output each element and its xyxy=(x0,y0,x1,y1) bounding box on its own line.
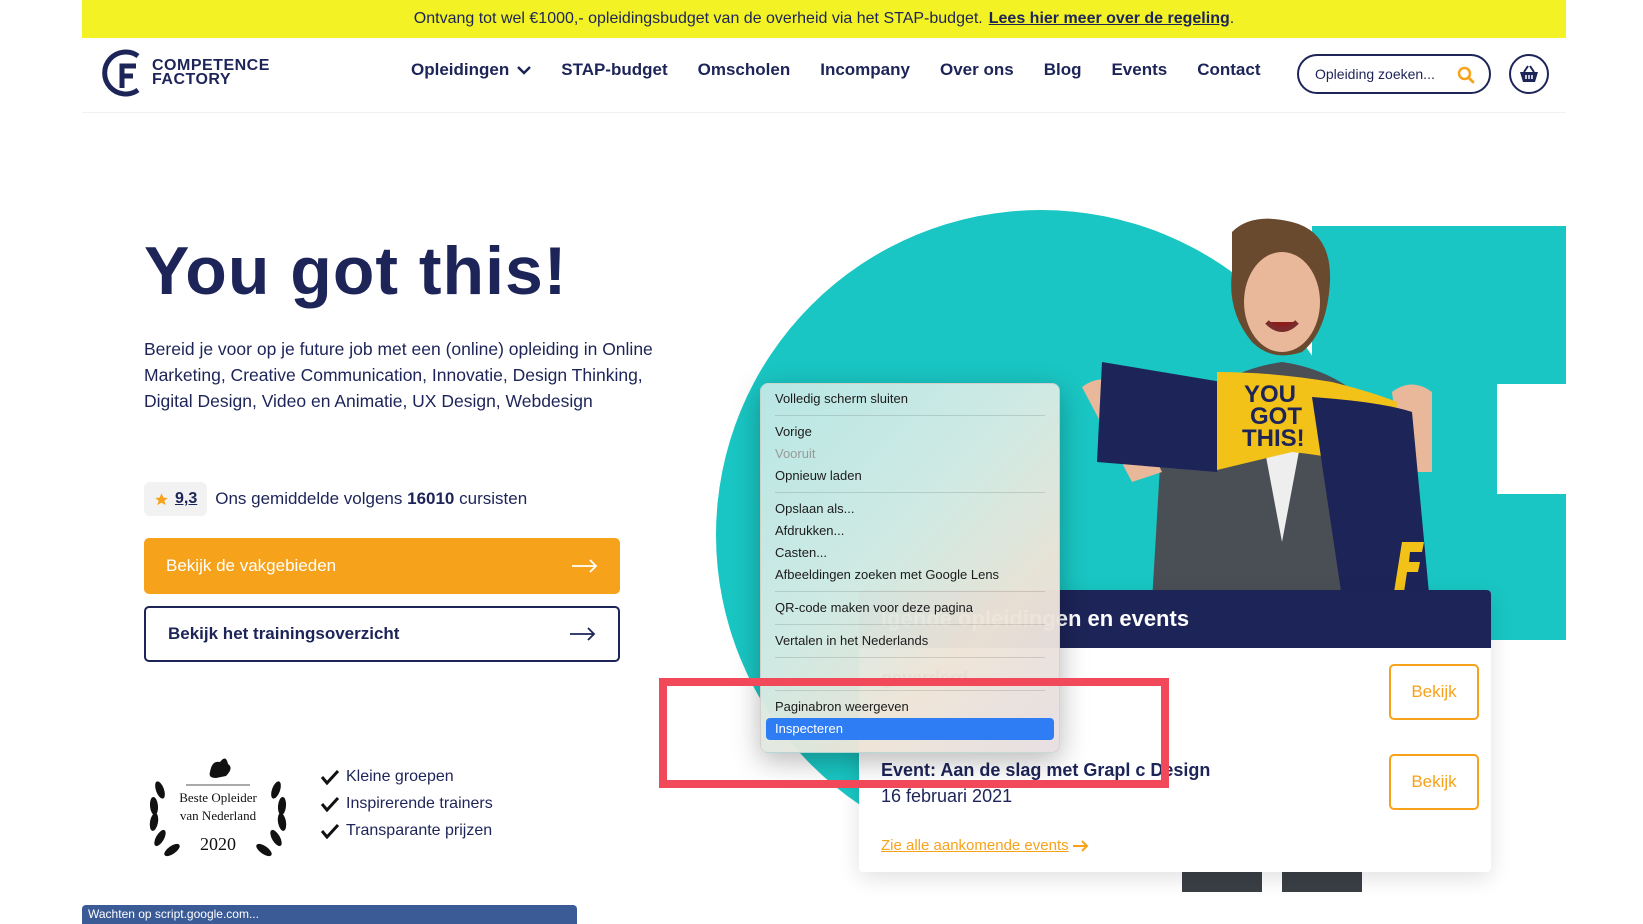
announcement-text: Ontvang tot wel €1000,- opleidingsbudget… xyxy=(413,10,983,27)
chevron-down-icon xyxy=(517,65,532,75)
rating-text: Ons gemiddelde volgens 16010 cursisten xyxy=(215,489,527,509)
menu-separator xyxy=(775,492,1045,493)
event-date: 16 februari 2021 xyxy=(881,786,1013,806)
menu-blank-item xyxy=(766,663,1054,685)
menu-translate[interactable]: Vertalen in het Nederlands xyxy=(766,630,1054,652)
menu-separator xyxy=(775,624,1045,625)
menu-print[interactable]: Afdrukken... xyxy=(766,520,1054,542)
announcement-suffix: . xyxy=(1229,10,1235,27)
hero-logo-cutout xyxy=(1497,384,1566,494)
award-year: 2020 xyxy=(200,834,236,854)
search-icon[interactable] xyxy=(1457,66,1475,84)
star-icon xyxy=(155,492,168,505)
menu-close-fullscreen[interactable]: Volledig scherm sluiten xyxy=(766,388,1054,410)
menu-inspect[interactable]: Inspecteren xyxy=(766,718,1054,740)
announcement-bar: Ontvang tot wel €1000,- opleidingsbudget… xyxy=(82,0,1566,38)
bekijk-button[interactable]: Bekijk xyxy=(1389,754,1479,810)
arrow-right-icon xyxy=(1072,839,1089,852)
rating: 9,3 Ons gemiddelde volgens 16010 cursist… xyxy=(144,482,527,516)
nav-opleidingen[interactable]: Opleidingen xyxy=(411,60,532,80)
vakgebieden-label: Bekijk de vakgebieden xyxy=(166,556,337,575)
nav-incompany[interactable]: Incompany xyxy=(820,60,910,80)
bekijk-button[interactable]: Bekijk xyxy=(1389,664,1479,720)
checkmark-icon xyxy=(320,823,340,839)
logo-text: COMPETENCE FACTORY xyxy=(152,58,270,88)
menu-save-as[interactable]: Opslaan als... xyxy=(766,498,1054,520)
usp-item: Inspirerende trainers xyxy=(320,795,493,813)
rating-count: 16010 xyxy=(407,489,455,508)
cart-button[interactable] xyxy=(1509,54,1549,94)
usp-item: Transparante prijzen xyxy=(320,822,493,840)
menu-google-lens[interactable]: Afbeeldingen zoeken met Google Lens xyxy=(766,564,1054,586)
context-menu: Volledig scherm sluiten Vorige Vooruit O… xyxy=(760,383,1060,753)
search-input[interactable] xyxy=(1313,65,1457,83)
all-events-link[interactable]: Zie alle aankomende events xyxy=(881,837,1089,854)
nav-events[interactable]: Events xyxy=(1111,60,1167,80)
usp-label: Transparante prijzen xyxy=(346,822,493,839)
hero-title: You got this! xyxy=(144,233,568,309)
usp-list: Kleine groepen Inspirerende trainers Tra… xyxy=(320,768,493,849)
menu-cast[interactable]: Casten... xyxy=(766,542,1054,564)
rooster-icon xyxy=(209,758,231,778)
main-nav: Opleidingen STAP-budget Omscholen Incomp… xyxy=(411,60,1291,80)
menu-separator xyxy=(775,690,1045,691)
logo-icon xyxy=(102,49,140,97)
browser-status-bar: Wachten op script.google.com... xyxy=(82,905,577,924)
menu-reload[interactable]: Opnieuw laden xyxy=(766,465,1054,487)
nav-blog[interactable]: Blog xyxy=(1044,60,1082,80)
logo-line2: FACTORY xyxy=(152,71,232,88)
basket-icon xyxy=(1520,65,1538,82)
award-line2: van Nederland xyxy=(180,808,257,823)
menu-view-source[interactable]: Paginabron weergeven xyxy=(766,696,1054,718)
rating-pre: Ons gemiddelde volgens xyxy=(215,489,403,508)
trainingsoverzicht-button[interactable]: Bekijk het trainingsoverzicht xyxy=(144,606,620,662)
nav-omscholen[interactable]: Omscholen xyxy=(698,60,791,80)
rating-post: cursisten xyxy=(459,489,528,508)
announcement-link[interactable]: Lees hier meer over de regeling xyxy=(989,10,1230,28)
arrow-right-icon xyxy=(570,627,596,641)
menu-separator xyxy=(775,591,1045,592)
nav-label: Opleidingen xyxy=(411,60,510,79)
usp-label: Kleine groepen xyxy=(346,768,454,785)
trainingsoverzicht-label: Bekijk het trainingsoverzicht xyxy=(168,624,400,643)
logo[interactable]: COMPETENCE FACTORY xyxy=(102,48,270,98)
event-title[interactable]: Event: Aan de slag met Grapl c Design xyxy=(881,760,1210,781)
usp-label: Inspirerende trainers xyxy=(346,795,493,812)
menu-forward: Vooruit xyxy=(775,446,816,461)
arrow-right-icon xyxy=(572,559,598,573)
vakgebieden-button[interactable]: Bekijk de vakgebieden xyxy=(144,538,620,594)
scarf-line3: THIS! xyxy=(1242,425,1305,452)
award-laurel-badge: Beste Opleider van Nederland 2020 xyxy=(149,758,287,857)
checkmark-icon xyxy=(320,796,340,812)
rating-badge[interactable]: 9,3 xyxy=(144,482,208,516)
nav-over-ons[interactable]: Over ons xyxy=(940,60,1014,80)
menu-qr-code[interactable]: QR-code maken voor deze pagina xyxy=(766,597,1054,619)
hero-description: Bereid je voor op je future job met een … xyxy=(144,339,653,411)
site-header: COMPETENCE FACTORY Opleidingen STAP-budg… xyxy=(82,38,1566,113)
search-box xyxy=(1297,54,1491,94)
checkmark-icon xyxy=(320,769,340,785)
all-events-label: Zie alle aankomende events xyxy=(881,837,1069,854)
menu-separator xyxy=(775,657,1045,658)
usp-item: Kleine groepen xyxy=(320,768,493,786)
award-line1: Beste Opleider xyxy=(179,790,257,805)
menu-separator xyxy=(775,415,1045,416)
menu-back[interactable]: Vorige xyxy=(766,421,1054,443)
nav-contact[interactable]: Contact xyxy=(1197,60,1260,80)
nav-stap-budget[interactable]: STAP-budget xyxy=(561,60,667,80)
rating-score: 9,3 xyxy=(175,490,198,507)
